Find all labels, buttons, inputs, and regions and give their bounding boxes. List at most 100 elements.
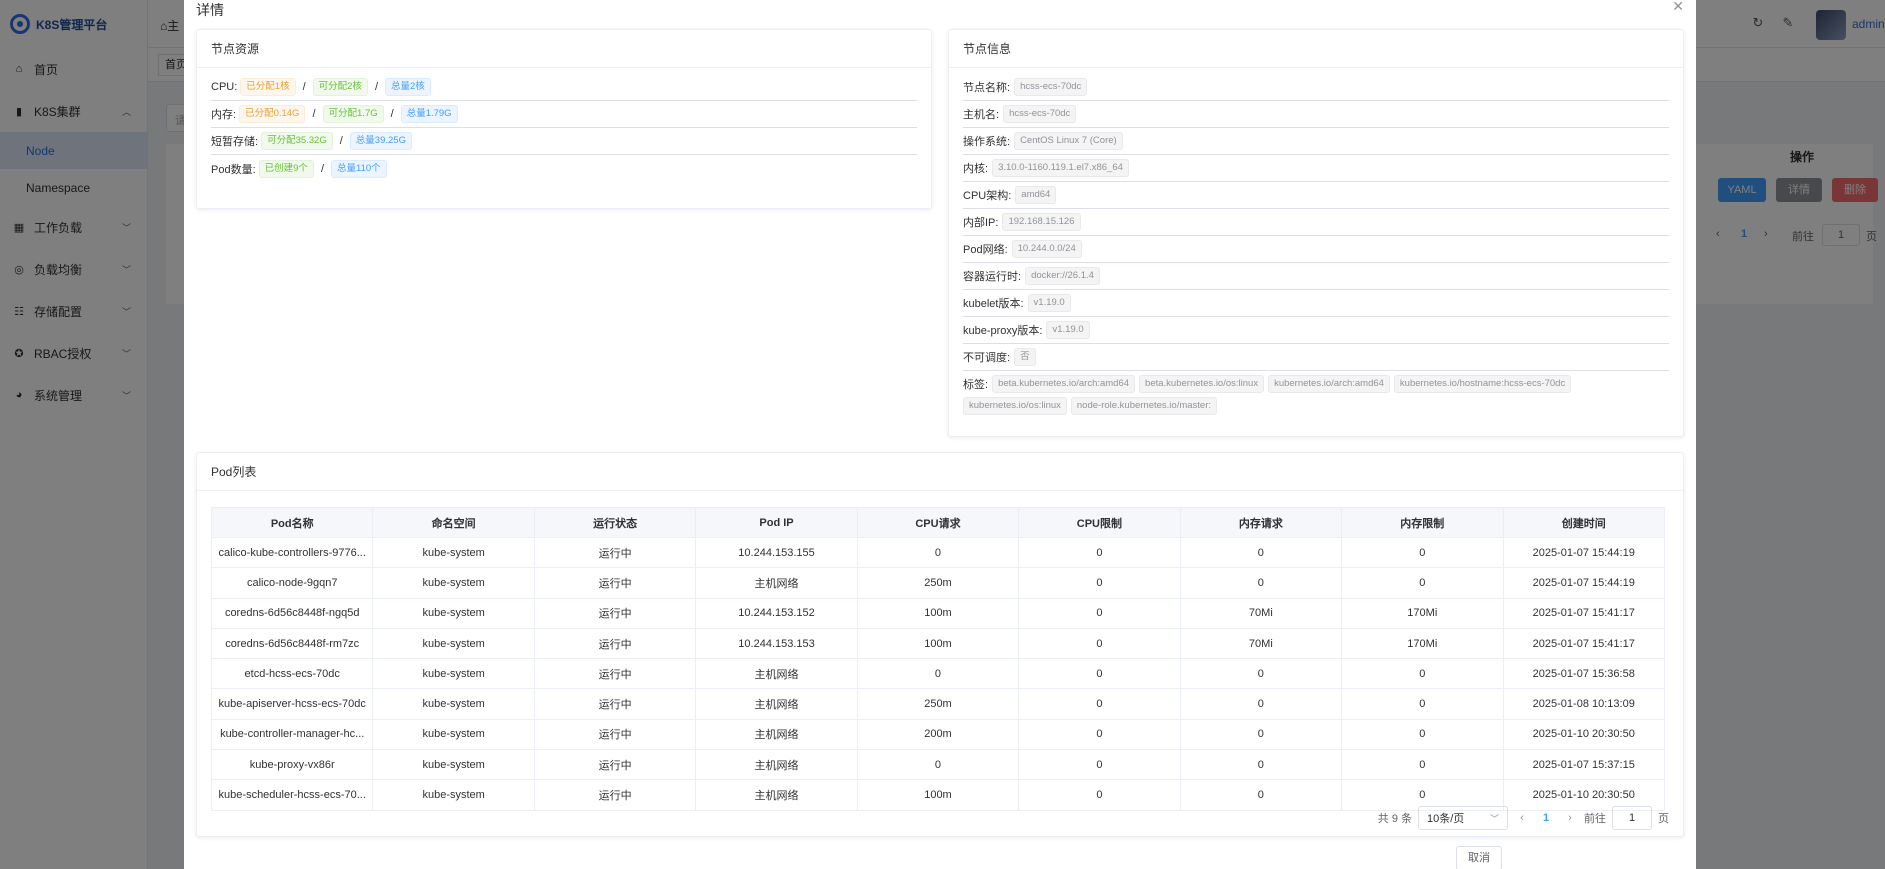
table-cell: 2025-01-07 15:36:58: [1502, 658, 1665, 690]
table-cell: 运行中: [533, 688, 697, 720]
table-cell: 0: [1018, 536, 1181, 569]
table-cell: 运行中: [533, 536, 697, 569]
table-row: coredns-6d56c8448f-ngq5d kube-system 运行中 10…: [210, 597, 1665, 629]
table-cell: 100m: [856, 597, 1020, 629]
table-cell: 100m: [856, 627, 1020, 660]
table-cell: 250m: [856, 567, 1020, 599]
pager-current[interactable]: 1: [1536, 812, 1556, 824]
pod-list-title: Pod列表: [197, 453, 1683, 491]
table-cell: 100m: [856, 779, 1020, 811]
pager-total: 共 9 条: [1377, 813, 1412, 825]
table-cell: 0: [1179, 779, 1343, 811]
info-row-pod-cidr: Pod网络: 10.244.0.0/24: [963, 236, 1669, 263]
pager-next-icon[interactable]: ›: [1562, 812, 1578, 824]
table-cell: kube-system: [372, 718, 535, 751]
table-cell: 10.244.153.152: [695, 597, 858, 629]
table-cell: 0: [856, 536, 1020, 569]
label-tag: kubernetes.io/os:linux: [963, 397, 1067, 415]
table-cell: kube-system: [372, 779, 535, 811]
info-row-node-name: 节点名称: hcss-ecs-70dc: [963, 74, 1669, 101]
label-tag: kubernetes.io/arch:amd64: [1268, 375, 1390, 393]
table-cell: 主机网络: [695, 658, 858, 690]
column-header: CPU请求: [856, 507, 1020, 538]
info-row-kube-proxy: kube-proxy版本: v1.19.0: [963, 317, 1669, 344]
label-tag: beta.kubernetes.io/arch:amd64: [992, 375, 1136, 393]
table-cell: kube-system: [372, 567, 535, 599]
page-size-select[interactable]: 10条/页 ﹀: [1418, 806, 1508, 830]
table-cell: 2025-01-07 15:44:19: [1502, 536, 1665, 569]
info-row-hostname: 主机名: hcss-ecs-70dc: [963, 101, 1669, 128]
table-cell: 0: [1018, 779, 1181, 811]
info-row-internal-ip: 内部IP: 192.168.15.126: [963, 209, 1669, 236]
info-row-unschedulable: 不可调度: 否: [963, 344, 1669, 371]
table-cell: coredns-6d56c8448f-ngq5d: [210, 597, 374, 629]
table-cell: 2025-01-08 10:13:09: [1502, 688, 1665, 720]
dialog-title: 详情: [196, 2, 224, 18]
table-cell: calico-node-9gqn7: [210, 567, 374, 599]
table-cell: 0: [1018, 749, 1181, 781]
node-resource-title: 节点资源: [197, 30, 931, 68]
table-cell: kube-controller-manager-hc...: [210, 718, 374, 751]
table-cell: 0: [1179, 688, 1343, 720]
table-cell: 0: [1179, 658, 1343, 690]
table-cell: kube-system: [372, 658, 535, 690]
table-cell: 2025-01-07 15:37:15: [1502, 749, 1665, 781]
cancel-button[interactable]: 取消: [1456, 846, 1502, 869]
table-row: coredns-6d56c8448f-rm7zc kube-system 运行中 10…: [210, 627, 1665, 660]
node-resource-card: 节点资源 CPU: 已分配1核 / 可分配2核 / 总量2核 内存: 已分配0.…: [196, 29, 932, 209]
column-header: 内存限制: [1341, 507, 1504, 538]
table-cell: kube-system: [372, 627, 535, 660]
info-row-cpu-arch: CPU架构: amd64: [963, 182, 1669, 209]
table-cell: 0: [1341, 567, 1504, 599]
table-cell: kube-apiserver-hcss-ecs-70dc: [210, 688, 374, 720]
table-cell: 运行中: [533, 567, 697, 599]
table-cell: 0: [1341, 658, 1504, 690]
table-cell: 0: [1341, 718, 1504, 751]
table-cell: 0: [1018, 627, 1181, 660]
storage-row: 短暂存储: 可分配35.32G / 总量39.25G: [211, 128, 917, 155]
pager-page-label: 页: [1658, 813, 1669, 825]
table-cell: 2025-01-07 15:41:17: [1502, 627, 1665, 660]
table-cell: 主机网络: [695, 779, 858, 811]
cpu-total-tag: 总量2核: [385, 78, 431, 96]
table-cell: 主机网络: [695, 718, 858, 751]
pager-prev-icon[interactable]: ‹: [1514, 812, 1530, 824]
table-cell: coredns-6d56c8448f-rm7zc: [210, 627, 374, 660]
table-cell: 0: [1179, 536, 1343, 569]
table-cell: 运行中: [533, 779, 697, 811]
storage-allocatable-tag: 可分配35.32G: [261, 132, 333, 150]
info-row-kernel: 内核: 3.10.0-1160.119.1.el7.x86_64: [963, 155, 1669, 182]
table-cell: 250m: [856, 688, 1020, 720]
table-row: kube-proxy-vx86r kube-system 运行中 主机网络 0 0 0 0 20…: [210, 749, 1665, 781]
storage-total-tag: 总量39.25G: [349, 132, 412, 150]
table-cell: kube-proxy-vx86r: [210, 749, 374, 781]
column-header: 命名空间: [372, 507, 535, 538]
table-cell: 主机网络: [695, 567, 858, 599]
table-cell: kube-system: [372, 597, 535, 629]
memory-total-tag: 总量1.79G: [400, 105, 458, 123]
table-row: calico-node-9gqn7 kube-system 运行中 主机网络 250m 0…: [210, 567, 1665, 599]
pod-table: Pod名称 命名空间 运行状态 Pod IP CPU请求 CPU限制 内存请求 …: [210, 507, 1665, 811]
memory-row: 内存: 已分配0.14G / 可分配1.7G / 总量1.79G: [211, 101, 917, 128]
pod-total-tag: 总量110个: [331, 159, 387, 178]
node-info-title: 节点信息: [949, 30, 1683, 68]
pager-goto-input[interactable]: 1: [1612, 806, 1652, 830]
memory-allocatable-tag: 可分配1.7G: [322, 105, 384, 123]
cpu-row: CPU: 已分配1核 / 可分配2核 / 总量2核: [211, 74, 917, 101]
table-cell: 0: [1341, 536, 1504, 569]
table-cell: 2025-01-07 15:44:19: [1502, 567, 1665, 599]
table-cell: 0: [1018, 567, 1181, 599]
table-cell: kube-system: [372, 536, 535, 569]
table-cell: 运行中: [533, 658, 697, 690]
label-tag: beta.kubernetes.io/os:linux: [1139, 375, 1265, 393]
table-cell: 主机网络: [695, 749, 858, 781]
node-info-card: 节点信息 节点名称: hcss-ecs-70dc 主机名: hcss-ecs-70d…: [948, 29, 1684, 437]
pod-list-card: Pod列表 Pod名称 命名空间 运行状态 Pod IP CPU请求 CPU限制…: [196, 452, 1684, 837]
table-cell: 0: [1179, 718, 1343, 751]
table-cell: 10.244.153.153: [695, 627, 858, 660]
table-row: etcd-hcss-ecs-70dc kube-system 运行中 主机网络 0 0 0 0…: [210, 658, 1665, 690]
info-row-runtime: 容器运行时: docker://26.1.4: [963, 263, 1669, 290]
table-cell: 0: [1179, 749, 1343, 781]
table-cell: 0: [1018, 718, 1181, 751]
close-icon[interactable]: ✕: [1672, 0, 1684, 15]
